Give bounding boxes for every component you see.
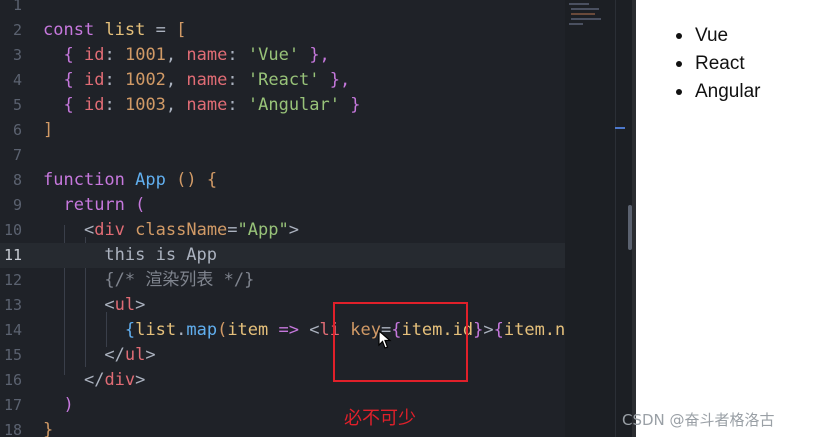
code-line-14: 14 {list.map(item => <li key={item.id}>{… (0, 318, 586, 343)
code-text: function App () { (43, 170, 218, 190)
code-line-9: 9 return ( (0, 193, 565, 218)
code-line-7: 7 (0, 143, 565, 168)
list-item: React (676, 50, 761, 78)
mouse-cursor-icon (378, 330, 392, 349)
code-line-1: 1 (0, 0, 565, 18)
line-number: 3 (12, 46, 22, 64)
line-number: 17 (3, 396, 22, 414)
code-line-16: 16 </div> (0, 368, 565, 393)
code-line-2: 2 const list = [ (0, 18, 565, 43)
code-line-6: 6 ] (0, 118, 565, 143)
code-text: </div> (83, 370, 146, 390)
code-editor[interactable]: 1 2 const list = [ 3 { id: 1001, name: '… (0, 0, 632, 437)
code-text: const list = [ (43, 20, 187, 40)
code-line-8: 8 function App () { (0, 168, 565, 193)
watermark: CSDN @奋斗者格洛古 (622, 411, 775, 429)
code-line-10: 10 <div className="App"> (0, 218, 565, 243)
code-line-11: 11 this is App (0, 243, 565, 268)
code-text: <ul> (104, 295, 146, 315)
line-number: 18 (3, 421, 22, 437)
code-line-5: 5 { id: 1003, name: 'Angular' } (0, 93, 565, 118)
scroll-marker (615, 127, 625, 129)
minimap-line (571, 13, 595, 15)
code-line-15: 15 </ul> (0, 343, 565, 368)
code-line-3: 3 { id: 1001, name: 'Vue' }, (0, 43, 565, 68)
code-text: ] (43, 120, 54, 140)
minimap-line (571, 18, 601, 20)
minimap-line (569, 3, 589, 5)
line-number: 13 (3, 296, 22, 314)
line-number: 2 (12, 21, 22, 39)
code-line-12: 12 {/* 渲染列表 */} (0, 268, 565, 293)
line-number: 9 (12, 196, 22, 214)
line-number: 5 (12, 96, 22, 114)
line-number: 10 (3, 221, 22, 239)
code-text: </ul> (104, 345, 156, 365)
line-number: 16 (3, 371, 22, 389)
code-line-13: 13 <ul> (0, 293, 565, 318)
line-number: 7 (12, 146, 22, 164)
code-line-17: 17 ) (0, 393, 565, 418)
line-number: 11 (3, 246, 22, 264)
code-line-4: 4 { id: 1002, name: 'React' }, (0, 68, 565, 93)
line-number: 8 (12, 171, 22, 189)
minimap-line (571, 8, 599, 10)
code-text: <div className="App"> (83, 220, 299, 240)
line-number: 1 (12, 0, 22, 14)
line-number: 15 (3, 346, 22, 364)
code-text: } (43, 420, 54, 437)
minimap-line (569, 23, 583, 25)
line-number: 6 (12, 121, 22, 139)
list-item: Vue (676, 22, 761, 50)
code-text: this is App (104, 245, 218, 265)
code-line-18: 18 } (0, 418, 565, 437)
browser-preview: Vue React Angular (636, 0, 830, 437)
code-text: { id: 1002, name: 'React' }, (63, 70, 351, 90)
code-text: { id: 1001, name: 'Vue' }, (63, 45, 330, 65)
code-text: { id: 1003, name: 'Angular' } (63, 95, 361, 115)
rendered-list: Vue React Angular (676, 22, 761, 106)
minimap[interactable] (565, 0, 615, 437)
code-text: return ( (63, 195, 146, 215)
code-text: ) (63, 395, 74, 415)
code-text: {list.map(item => <li key={item.id}>{ite… (124, 320, 586, 340)
code-text: {/* 渲染列表 */} (104, 270, 255, 290)
line-number: 4 (12, 71, 22, 89)
annotation-text: 必不可少 (344, 408, 416, 429)
highlight-box (333, 302, 468, 382)
list-item: Angular (676, 78, 761, 106)
line-number: 12 (3, 271, 22, 289)
line-number: 14 (3, 321, 22, 339)
